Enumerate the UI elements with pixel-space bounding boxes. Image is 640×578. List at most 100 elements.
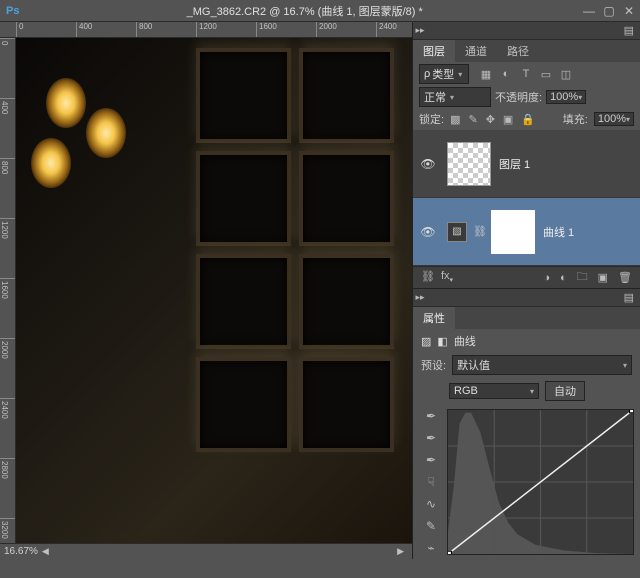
auto-button[interactable]: 自动 (545, 381, 585, 401)
mask-link-icon[interactable]: ⛓ (473, 225, 485, 238)
tab-paths[interactable]: 路径 (497, 40, 539, 62)
canvas[interactable] (16, 38, 412, 543)
add-mask-icon[interactable]: ◑ (543, 272, 550, 284)
panel-menu-icon[interactable]: ▤ (618, 291, 640, 304)
opacity-input[interactable]: 100% ▾ (546, 90, 586, 104)
blend-row: 正常 ▾ 不透明度: 100% ▾ (413, 86, 640, 108)
channel-row: RGB ▾ 自动 (413, 377, 640, 405)
fill-label: 填充: (563, 111, 588, 127)
layer-name[interactable]: 曲线 1 (543, 224, 574, 240)
new-adjustment-icon[interactable]: ◐ (560, 272, 567, 284)
layer-row[interactable]: 👁 图层 1 (413, 130, 640, 198)
filter-smart-icon[interactable]: ◫ (559, 67, 573, 81)
eyedropper-white-icon[interactable]: ✒ (426, 453, 436, 467)
side-panels: ▸▸ ▤ 图层 通道 路径 ρ 类型 ▾ ▦ ◐ T ▭ ◫ 正常 (412, 22, 640, 559)
layer-fx-icon[interactable]: fx▾ (441, 270, 453, 284)
ruler-tick: 0 (16, 22, 76, 37)
ruler-tick: 1600 (256, 22, 316, 37)
filter-icons: ▦ ◐ T ▭ ◫ (479, 67, 573, 81)
layer-mask-thumbnail[interactable] (491, 210, 535, 254)
ruler-tick: 1200 (196, 22, 256, 37)
properties-panel-header: ▸▸ ▤ (413, 289, 640, 307)
lock-label: 锁定: (419, 111, 444, 127)
adjustment-type-row: ▨ ◧ 曲线 (413, 329, 640, 353)
channel-dropdown[interactable]: RGB ▾ (449, 383, 539, 399)
lock-transparency-icon[interactable]: ▩ (450, 113, 460, 126)
filter-type-icon[interactable]: T (519, 67, 533, 81)
layers-footer: ⛓ fx▾ ◑ ◐ 🗀 ▣ 🗑 (413, 266, 640, 288)
ruler-tick: 2400 (0, 398, 15, 458)
filter-pixel-icon[interactable]: ▦ (479, 67, 493, 81)
delete-layer-icon[interactable]: 🗑 (618, 271, 632, 284)
filter-kind-dropdown[interactable]: ρ 类型 ▾ (419, 64, 469, 84)
new-group-icon[interactable]: 🗀 (577, 268, 588, 287)
adjustment-type-label: 曲线 (454, 333, 476, 349)
ruler-tick: 3200 (0, 518, 15, 578)
layer-name[interactable]: 图层 1 (499, 156, 530, 172)
tab-label: 路径 (507, 43, 529, 59)
curves-adjustment-icon[interactable]: ▨ (447, 222, 467, 242)
ruler-tick: 0 (0, 38, 15, 98)
point-curve-icon[interactable]: ∿ (426, 497, 436, 511)
title-bar: Ps _MG_3862.CR2 @ 16.7% (曲线 1, 图层蒙版/8) *… (0, 0, 640, 22)
fill-value: 100% (598, 113, 626, 125)
preset-dropdown[interactable]: 默认值 ▾ (452, 355, 632, 375)
scroll-left-icon[interactable]: ◀ (38, 546, 53, 557)
ruler-tick: 400 (76, 22, 136, 37)
curve-tools: ✒ ✒ ✒ ☟ ∿ ✎ ⌁ (419, 409, 443, 555)
tab-label: 属性 (423, 310, 445, 326)
layer-thumbnail[interactable] (447, 142, 491, 186)
ruler-tick: 2800 (0, 458, 15, 518)
auto-label: 自动 (554, 386, 576, 398)
photo-content (16, 38, 412, 543)
ruler-tick: 400 (0, 98, 15, 158)
filter-adjust-icon[interactable]: ◐ (499, 67, 513, 81)
ruler-horizontal[interactable]: 0 400 800 1200 1600 2000 2400 (0, 22, 412, 38)
tab-properties[interactable]: 属性 (413, 307, 455, 329)
mask-mode-icon[interactable]: ◧ (437, 335, 447, 348)
tab-channels[interactable]: 通道 (455, 40, 497, 62)
lock-all-icon[interactable]: 🔒 (521, 113, 535, 126)
draw-curve-icon[interactable]: ✎ (426, 519, 436, 533)
window-buttons: — ▢ ✕ (584, 6, 634, 16)
blend-mode-dropdown[interactable]: 正常 ▾ (419, 87, 491, 107)
lock-position-icon[interactable]: ✥ (486, 113, 495, 126)
blend-mode-value: 正常 (424, 89, 446, 105)
scroll-right-icon[interactable]: ▶ (393, 546, 408, 557)
ruler-tick: 2400 (376, 22, 412, 37)
ruler-tick: 800 (0, 158, 15, 218)
minimize-button[interactable]: — (584, 6, 594, 16)
eyedropper-gray-icon[interactable]: ✒ (426, 431, 436, 445)
preset-label: 预设: (421, 357, 446, 373)
smooth-curve-icon[interactable]: ⌁ (427, 541, 434, 555)
close-button[interactable]: ✕ (624, 6, 634, 16)
curves-graph[interactable] (447, 409, 634, 555)
visibility-toggle[interactable]: 👁 (417, 157, 439, 171)
layers-list[interactable]: 👁 图层 1 👁 ▨ ⛓ 曲线 1 (413, 130, 640, 266)
canvas-area: 0 400 800 1200 1600 2000 2400 0 400 800 … (0, 22, 412, 559)
visibility-toggle[interactable]: 👁 (417, 225, 439, 239)
lock-row: 锁定: ▩ ✎ ✥ ▣ 🔒 填充: 100% ▾ (413, 108, 640, 130)
new-layer-icon[interactable]: ▣ (598, 271, 608, 284)
status-bar: 16.67% ◀ ▶ (0, 543, 412, 559)
lock-artboard-icon[interactable]: ▣ (503, 113, 513, 126)
fill-input[interactable]: 100% ▾ (594, 112, 634, 126)
lock-paint-icon[interactable]: ✎ (468, 113, 477, 126)
collapse-icon[interactable]: ▸▸ (413, 292, 427, 303)
preset-value: 默认值 (457, 357, 490, 373)
filter-shape-icon[interactable]: ▭ (539, 67, 553, 81)
layers-panel-header: ▸▸ ▤ (413, 22, 640, 40)
panel-tabs: 图层 通道 路径 (413, 40, 640, 62)
tab-layers[interactable]: 图层 (413, 40, 455, 62)
tat-icon[interactable]: ☟ (427, 475, 434, 489)
ruler-vertical[interactable]: 0 400 800 1200 1600 2000 2400 2800 3200 (0, 38, 16, 543)
collapse-icon[interactable]: ▸▸ (413, 25, 427, 36)
panel-menu-icon[interactable]: ▤ (618, 24, 640, 37)
tab-label: 通道 (465, 43, 487, 59)
eyedropper-black-icon[interactable]: ✒ (426, 409, 436, 423)
link-layers-icon[interactable]: ⛓ (421, 270, 435, 284)
maximize-button[interactable]: ▢ (604, 6, 614, 16)
ruler-tick: 800 (136, 22, 196, 37)
ruler-tick: 1200 (0, 218, 15, 278)
layer-row[interactable]: 👁 ▨ ⛓ 曲线 1 (413, 198, 640, 266)
